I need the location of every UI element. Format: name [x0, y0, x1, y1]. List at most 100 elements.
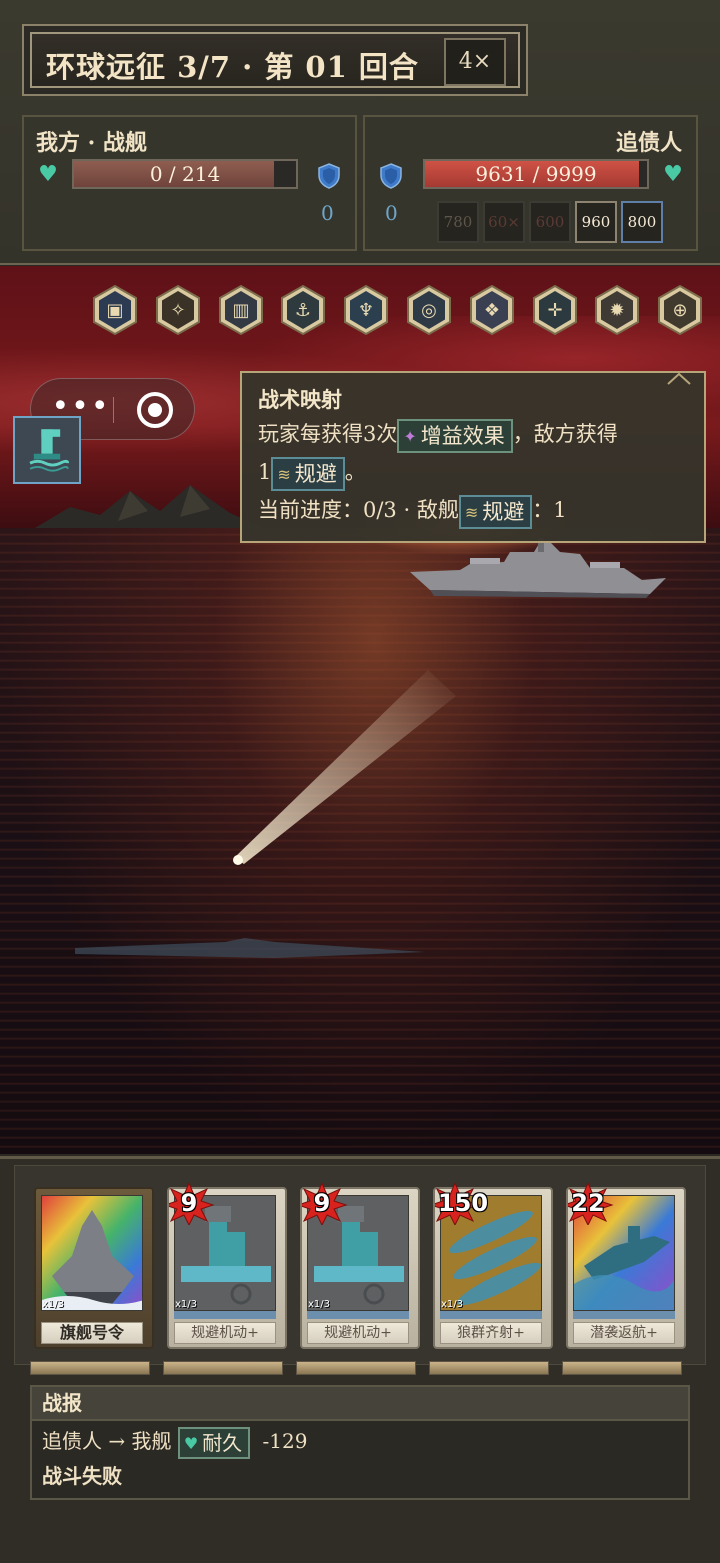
wing-icon[interactable]: ❖: [469, 284, 515, 336]
heart-icon: ♥: [663, 162, 683, 187]
ally-panel: 我方 · 战舰 ♥ 0 / 214 0: [22, 115, 357, 251]
hand-card[interactable]: x1/3 规避机动+ 9: [163, 1181, 287, 1355]
card-name: 规避机动+: [307, 1322, 409, 1344]
clock-dial-icon[interactable]: ⊕: [657, 284, 703, 336]
speed-button[interactable]: 4×: [444, 38, 506, 86]
wind-icon: ≋: [464, 502, 479, 522]
svg-text:✧: ✧: [170, 300, 185, 321]
tooltip-text: 当前进度：0/3 · 敌舰: [258, 498, 459, 522]
keyword-label: 增益效果: [420, 423, 505, 448]
sparkle-icon: ✦: [403, 426, 417, 446]
battle-hud: 环球远征 3/7 · 第 01 回合 4× 我方 · 战舰 ♥ 0 / 214 …: [0, 0, 720, 265]
card-type-strip: [440, 1311, 542, 1319]
enemy-intent-4[interactable]: 960: [575, 201, 617, 243]
enemy-hp-text: 9631 / 9999: [475, 162, 597, 186]
wind-icon: ≋: [277, 464, 291, 484]
ally-armor-value: 0: [321, 201, 334, 225]
enemy-hp-bar: 9631 / 9999: [423, 159, 649, 189]
evasion-keyword[interactable]: ≋ 规避: [271, 456, 345, 491]
buff-keyword[interactable]: ✦ 增益效果: [397, 418, 513, 453]
heart-icon: ♥: [183, 1433, 199, 1453]
tooltip-text: 1: [258, 460, 272, 484]
shield-icon: [318, 163, 340, 189]
card-name: 旗舰号令: [41, 1322, 143, 1344]
player-submarine[interactable]: [75, 934, 425, 964]
card-slot-bar: [30, 1361, 150, 1375]
enemy-battleship[interactable]: [410, 538, 666, 618]
evasion-keyword[interactable]: ≋ 规避: [458, 494, 533, 529]
status-buff-slot[interactable]: [13, 416, 81, 484]
capsule-divider: [113, 397, 114, 423]
svg-text:❖: ❖: [484, 300, 500, 321]
shield-emblem-icon[interactable]: ▣: [92, 284, 138, 336]
keyword-label: 规避: [294, 461, 337, 486]
card-type-strip: [174, 1311, 276, 1319]
card-cost: 9: [180, 1189, 198, 1217]
tooltip-caret: [667, 372, 691, 385]
shield-icon: [380, 163, 402, 189]
hand-card[interactable]: 潜袭返航+ 22: [562, 1181, 686, 1355]
armor-plate-icon[interactable]: ▥: [218, 284, 264, 336]
close-miniprogram-button[interactable]: [137, 392, 173, 428]
battle-log: 战报 追债人 → 我舰 ♥ 耐久 -129 战斗失败: [30, 1385, 690, 1500]
hand-card[interactable]: x1/3 旗舰号令: [34, 1187, 154, 1355]
keyword-label: 规避: [482, 499, 525, 524]
card-cost-badge: 9: [296, 1181, 358, 1227]
tooltip-text: ：1: [532, 498, 567, 522]
durability-keyword[interactable]: ♥ 耐久: [177, 1426, 251, 1459]
enemy-intent-1[interactable]: 780: [437, 201, 479, 243]
card-slot-bar: [562, 1361, 682, 1375]
svg-text:♆: ♆: [358, 300, 374, 321]
effect-tooltip: 战术映射 玩家每获得3次 ✦ 增益效果 ，敌方获得 1 ≋ 规避。 当前进度：0/3 · …: [240, 371, 706, 543]
card-cost: 9: [313, 1189, 331, 1217]
anchor-staff-icon[interactable]: ⚓: [280, 284, 326, 336]
card-name: 规避机动+: [174, 1322, 276, 1344]
card-slot-bar: [296, 1361, 416, 1375]
card-name: 潜袭返航+: [573, 1322, 675, 1344]
battle-scene: ▣ ✧ ▥ ⚓ ♆ ◎ ❖ ✛ ✹ ⊕ ••• 战术映射 玩家每获得3次 ✦ 增益效果 ，敌方获得 1 ≋…: [0, 266, 720, 1154]
hand-card[interactable]: x1/3 狼群齐射+ 150: [429, 1181, 553, 1355]
enemy-name: 追债人: [615, 130, 682, 156]
tooltip-text: 。: [344, 460, 366, 484]
card-name: 狼群齐射+: [440, 1322, 542, 1344]
card-cost-badge: 9: [163, 1181, 225, 1227]
hand-card[interactable]: x1/3 规避机动+ 9: [296, 1181, 420, 1355]
relic-bar: ▣ ✧ ▥ ⚓ ♆ ◎ ❖ ✛ ✹ ⊕: [92, 284, 712, 336]
ally-hp-bar: 0 / 214: [72, 159, 298, 189]
card-cost-badge: 22: [562, 1181, 624, 1227]
enemy-intent-5[interactable]: 800: [621, 201, 663, 243]
title-plate: 环球远征 3/7 · 第 01 回合 4×: [30, 32, 520, 88]
card-slot-bar: [429, 1361, 549, 1375]
trident-icon[interactable]: ♆: [343, 284, 389, 336]
tooltip-text: ，敌方获得: [512, 422, 618, 446]
enemy-intent-2[interactable]: 60×: [483, 201, 525, 243]
card-type-strip: [573, 1311, 675, 1319]
card-tier: x1/3: [308, 1299, 331, 1310]
ally-hp-text: 0 / 214: [149, 162, 221, 186]
tooltip-line-2: 1 ≋ 规避。: [258, 453, 688, 491]
searchlight-beam: [233, 670, 456, 865]
card-tier: x1/3: [42, 1299, 65, 1310]
compass-icon[interactable]: ✛: [532, 284, 578, 336]
periscope-icon: [29, 429, 70, 472]
battle-log-header: 战报: [32, 1387, 688, 1421]
card-cost: 22: [571, 1189, 605, 1217]
log-entry: 追债人 → 我舰 ♥ 耐久 -129: [32, 1421, 688, 1461]
card-type-strip: [307, 1311, 409, 1319]
card-cost-badge: 150: [429, 1181, 491, 1227]
stage-title: 环球远征 3/7 · 第 01 回合: [46, 50, 419, 84]
svg-text:⚓: ⚓: [295, 300, 311, 321]
horn-icon[interactable]: ◎: [406, 284, 452, 336]
svg-text:▣: ▣: [106, 300, 123, 321]
card-tier: x1/3: [441, 1299, 464, 1310]
heart-icon: ♥: [38, 162, 58, 187]
svg-text:◎: ◎: [421, 300, 437, 321]
enemy-intent-3[interactable]: 600: [529, 201, 571, 243]
cannon-icon[interactable]: ✹: [594, 284, 640, 336]
keyword-label: 耐久: [202, 1430, 243, 1455]
tooltip-text: 玩家每获得3次: [258, 422, 398, 446]
title-frame: 环球远征 3/7 · 第 01 回合 4×: [22, 24, 528, 96]
card-slot-bar: [163, 1361, 283, 1375]
sextant-icon[interactable]: ✧: [155, 284, 201, 336]
hand-area: x1/3 旗舰号令 x1/3 规避机动+ 9 x1/3 规避机动+ 9 x1/3 狼群齐射+ 150…: [0, 1156, 720, 1563]
